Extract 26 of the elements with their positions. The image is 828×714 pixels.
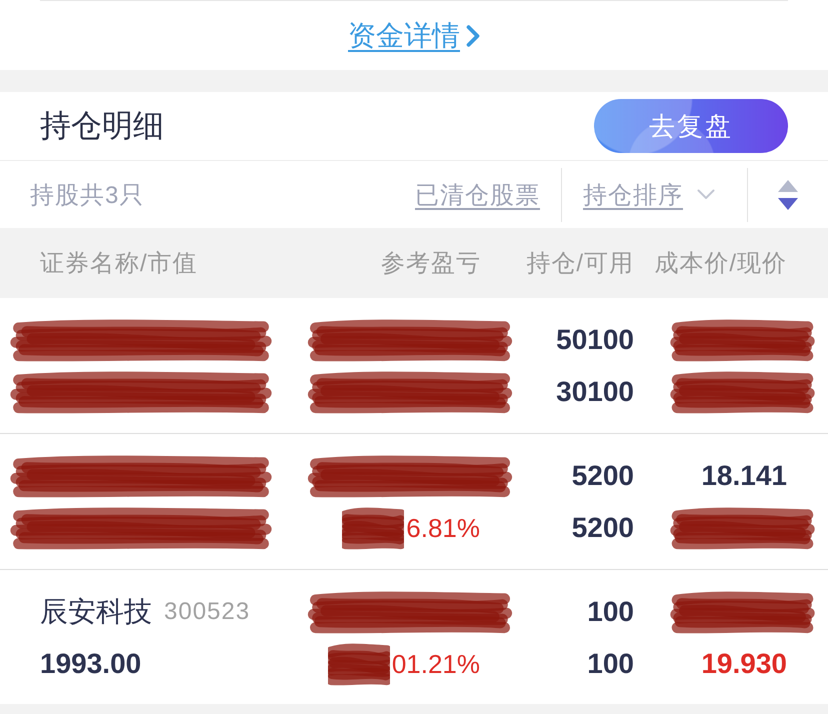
cleared-stocks-link[interactable]: 已清仓股票 <box>415 178 540 210</box>
profit-loss-ratio: 6.81% <box>406 512 480 544</box>
section-title: 持仓明细 <box>40 107 164 145</box>
chevron-right-icon <box>466 24 480 46</box>
cost-price: 18.141 <box>701 460 787 492</box>
sort-dropdown[interactable]: 持仓排序 <box>583 178 715 210</box>
column-header: 参考盈亏 <box>381 249 481 279</box>
position-quantity: 5200 <box>572 460 634 492</box>
funds-detail-link[interactable]: 资金详情 <box>348 16 480 54</box>
position-quantity: 100 <box>587 596 634 628</box>
column-header: 持仓/可用 <box>526 249 634 279</box>
column-header: 成本价/现价 <box>654 249 787 279</box>
available-quantity: 5200 <box>572 512 634 544</box>
chevron-down-icon <box>697 189 715 200</box>
holdings-count: 持股共3只 <box>30 180 144 210</box>
available-quantity: 100 <box>587 648 634 680</box>
available-quantity: 30100 <box>556 376 634 408</box>
stock-name: 辰安科技 <box>40 595 152 629</box>
stock-code: 300523 <box>164 598 250 626</box>
column-header: 证券名称/市值 <box>40 249 198 279</box>
profit-loss-ratio: 01.21% <box>392 648 480 680</box>
position-quantity: 50100 <box>556 324 634 356</box>
current-price: 19.930 <box>701 648 787 680</box>
review-button[interactable]: 去复盘 <box>594 99 788 153</box>
sort-order-icon[interactable] <box>778 180 798 210</box>
market-value: 1993.00 <box>40 648 142 680</box>
